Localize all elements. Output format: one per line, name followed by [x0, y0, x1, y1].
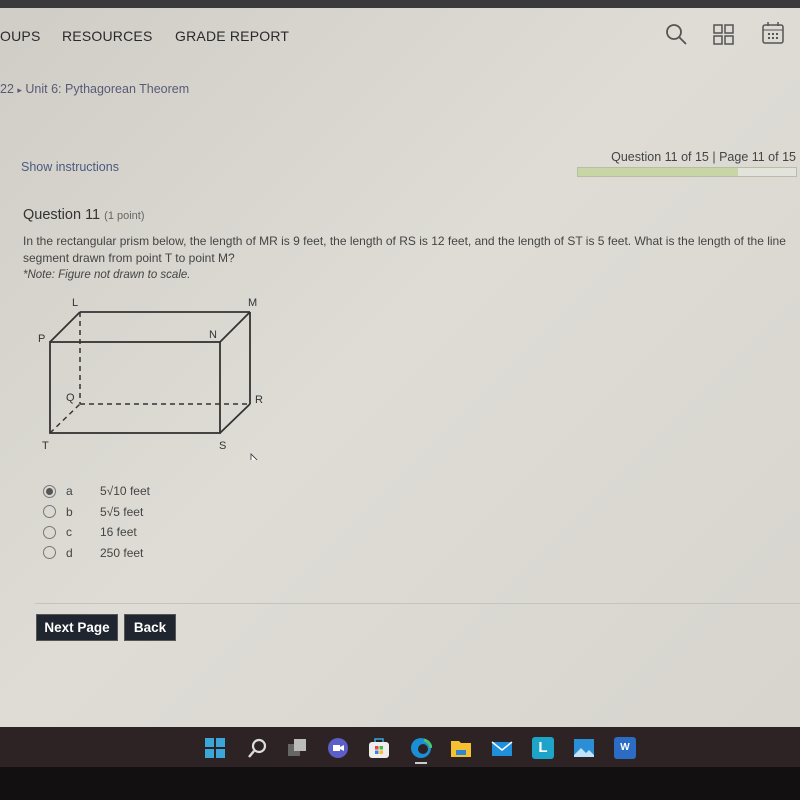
l-app-icon[interactable]: L — [532, 737, 554, 759]
question-points: (1 point) — [104, 210, 145, 222]
question-progress-label: Question 11 of 15 | Page 11 of 15 — [611, 150, 796, 164]
top-strip — [0, 0, 800, 8]
front-face — [49, 341, 221, 434]
question-text: In the rectangular prism below, the leng… — [23, 234, 786, 265]
teams-icon[interactable] — [327, 737, 349, 759]
label-r: R — [255, 394, 263, 406]
option-b[interactable]: b 5√5 feet — [43, 502, 150, 523]
nav-resources[interactable]: RESOURCES — [62, 28, 152, 44]
start-icon[interactable] — [204, 737, 226, 759]
breadcrumb-current[interactable]: Unit 6: Pythagorean Theorem — [25, 82, 189, 96]
prism-figure: L M P N Q R T S — [38, 297, 263, 460]
apps-grid-icon[interactable] — [713, 24, 735, 46]
question-title: Question 11 (1 point) — [23, 207, 145, 223]
progress-bar — [577, 167, 797, 177]
back-button[interactable]: Back — [124, 614, 176, 641]
photos-icon[interactable] — [573, 737, 595, 759]
radio-b[interactable] — [43, 505, 56, 519]
calendar-icon[interactable] — [761, 21, 785, 45]
radio-c[interactable] — [43, 525, 56, 539]
breadcrumb: 22 ▸ Unit 6: Pythagorean Theorem — [0, 82, 190, 96]
search-icon[interactable] — [246, 737, 268, 759]
store-icon[interactable] — [368, 737, 390, 759]
divider — [35, 603, 800, 604]
option-text: 5√5 feet — [100, 504, 144, 519]
label-p: P — [38, 333, 45, 345]
option-text: 16 feet — [100, 525, 137, 540]
answer-options: a 5√10 feet b 5√5 feet c 16 feet d 250 feet — [43, 481, 150, 563]
task-view-icon[interactable] — [286, 737, 308, 759]
label-l: L — [72, 297, 78, 309]
search-icon[interactable] — [664, 22, 688, 46]
option-letter: c — [66, 525, 72, 540]
nav-grade-report[interactable]: GRADE REPORT — [175, 28, 289, 44]
label-q: Q — [66, 392, 75, 404]
radio-d[interactable] — [43, 546, 56, 560]
label-n: N — [209, 329, 217, 341]
label-m: M — [248, 297, 257, 309]
mouse-cursor-icon — [250, 453, 258, 460]
mail-icon[interactable] — [491, 737, 513, 759]
word-icon[interactable]: W — [614, 737, 636, 759]
label-t: T — [42, 440, 49, 452]
question-number: Question 11 — [23, 207, 101, 223]
label-s: S — [219, 440, 226, 452]
next-page-button[interactable]: Next Page — [36, 614, 118, 641]
option-text: 5√10 feet — [100, 484, 150, 499]
show-instructions-link[interactable]: Show instructions — [21, 160, 119, 174]
nav-groups[interactable]: OUPS — [0, 28, 40, 44]
option-c[interactable]: c 16 feet — [43, 522, 150, 543]
radio-a[interactable] — [43, 484, 56, 498]
edge-sr — [219, 403, 251, 434]
breadcrumb-parent[interactable]: 22 — [0, 82, 14, 96]
progress-fill — [578, 168, 738, 176]
figure-note: *Note: Figure not drawn to scale. — [23, 269, 191, 281]
active-indicator — [415, 762, 427, 764]
option-letter: b — [66, 504, 73, 519]
file-explorer-icon[interactable] — [450, 737, 472, 759]
option-d[interactable]: d 250 feet — [43, 543, 150, 564]
edge-pl — [49, 311, 81, 343]
option-text: 250 feet — [100, 545, 144, 560]
edge-nm — [219, 311, 251, 343]
edge-icon[interactable] — [410, 737, 432, 759]
screen-bezel — [0, 767, 800, 800]
option-letter: d — [66, 545, 73, 560]
option-letter: a — [66, 484, 73, 499]
taskbar: L W — [0, 727, 800, 767]
edge-tq — [49, 403, 81, 434]
option-a[interactable]: a 5√10 feet — [43, 481, 150, 502]
